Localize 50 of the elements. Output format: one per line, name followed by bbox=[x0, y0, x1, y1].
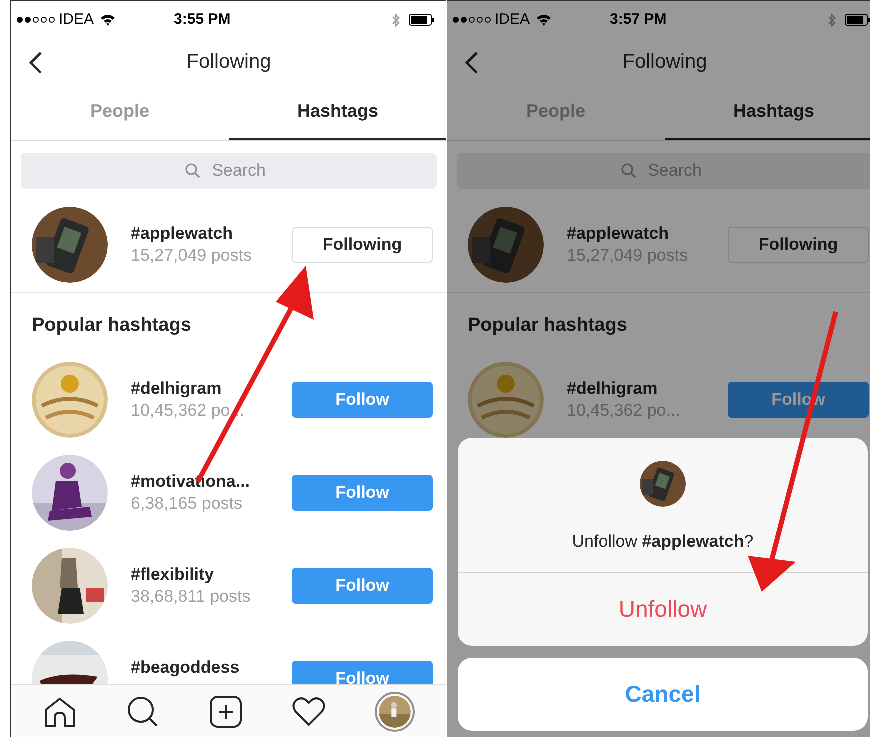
post-count: 10,45,362 po... bbox=[567, 400, 682, 422]
search-field[interactable]: Search bbox=[457, 153, 870, 189]
wifi-icon bbox=[536, 14, 552, 26]
follow-button[interactable]: Follow bbox=[292, 660, 433, 684]
search-field[interactable]: Search bbox=[21, 153, 437, 189]
section-heading: Popular hashtags bbox=[468, 314, 628, 338]
following-button[interactable]: Following bbox=[728, 226, 869, 262]
follow-button[interactable]: Follow bbox=[292, 568, 433, 604]
search-icon[interactable] bbox=[126, 694, 160, 728]
carrier-name: IDEA bbox=[59, 10, 94, 30]
wifi-icon bbox=[100, 14, 116, 26]
post-count: 15,27,049 posts bbox=[567, 244, 689, 266]
hashtag-name: #beagoddess bbox=[131, 656, 241, 678]
hashtag-name: #delhigram bbox=[131, 378, 223, 400]
screen-title: Following bbox=[186, 50, 272, 75]
tab[interactable]: People bbox=[447, 85, 665, 140]
following-button[interactable]: Following bbox=[292, 226, 433, 262]
follow-button[interactable]: Follow bbox=[292, 474, 433, 510]
battery-icon bbox=[409, 14, 435, 26]
post-count: 6,38,165 posts bbox=[131, 492, 244, 514]
cancel-button[interactable]: Cancel bbox=[458, 658, 868, 731]
status-time: 3:55 PM bbox=[174, 10, 231, 30]
hashtag-name: #flexibility bbox=[131, 564, 216, 586]
hashtag-name: #delhigram bbox=[567, 378, 659, 400]
back-icon[interactable] bbox=[29, 51, 43, 75]
battery-icon bbox=[845, 14, 870, 26]
post-count: 38,68,811 posts bbox=[131, 586, 252, 608]
home-icon[interactable] bbox=[43, 696, 78, 728]
tab[interactable]: People bbox=[11, 85, 229, 140]
heart-icon[interactable] bbox=[292, 696, 326, 726]
section-heading: Popular hashtags bbox=[32, 314, 192, 338]
screen-title: Following bbox=[622, 50, 708, 75]
hashtag-name: #applewatch bbox=[131, 222, 234, 244]
follow-button[interactable]: Follow bbox=[292, 382, 433, 418]
search-icon bbox=[185, 163, 201, 179]
signal-icon bbox=[17, 17, 55, 23]
hashtag-name: #motivationa... bbox=[131, 470, 252, 492]
tab[interactable]: Hashtags bbox=[665, 85, 870, 140]
search-icon bbox=[621, 163, 637, 179]
post-count: 15,27,049 posts bbox=[131, 244, 253, 266]
bluetooth-icon bbox=[828, 12, 837, 28]
hashtag-name: #applewatch bbox=[567, 222, 670, 244]
back-icon[interactable] bbox=[465, 51, 479, 75]
unfollow-button[interactable]: Unfollow bbox=[458, 573, 868, 646]
status-time: 3:57 PM bbox=[610, 10, 667, 30]
sheet-message: Unfollow #applewatch? bbox=[572, 531, 754, 553]
add-post-icon[interactable] bbox=[208, 694, 243, 728]
carrier-name: IDEA bbox=[495, 10, 530, 30]
bluetooth-icon bbox=[392, 12, 401, 28]
signal-icon bbox=[453, 17, 491, 23]
